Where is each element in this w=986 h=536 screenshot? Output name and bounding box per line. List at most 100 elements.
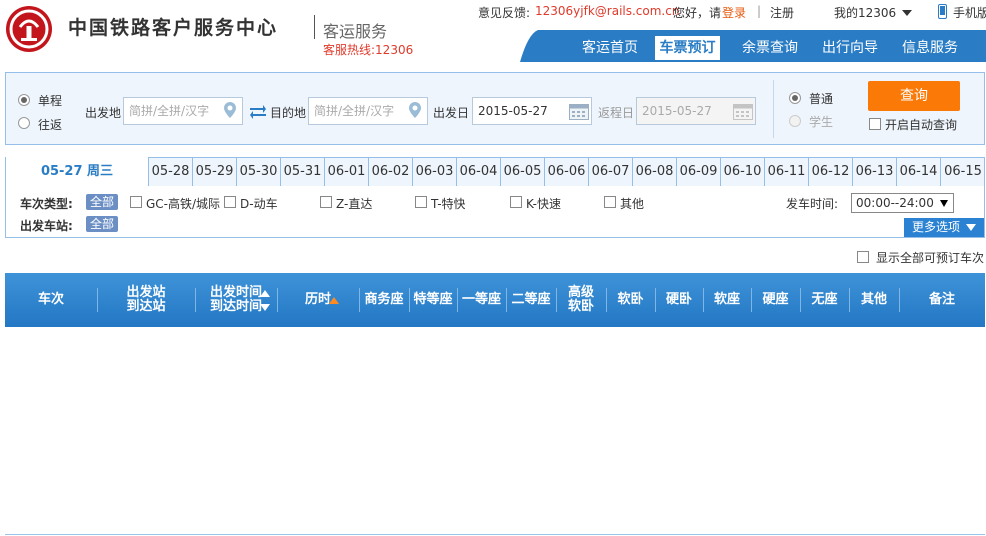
train-type-d-checkbox[interactable] <box>224 196 236 208</box>
calendar-icon[interactable] <box>733 102 753 120</box>
train-type-z-checkbox[interactable] <box>320 196 332 208</box>
date-tab-06-05[interactable]: 06-05 <box>500 157 544 187</box>
column-header-train-number: 车次 <box>5 273 97 327</box>
adult-ticket-label: 普通 <box>809 92 834 106</box>
train-type-label: 车次类型: <box>20 197 73 211</box>
filter-panel <box>5 186 985 238</box>
calendar-icon[interactable] <box>569 102 589 120</box>
train-type-t-checkbox[interactable] <box>415 196 427 208</box>
location-pin-icon[interactable] <box>224 102 236 118</box>
register-link[interactable]: 注册 <box>770 4 794 21</box>
column-header-label-2: 到达站 <box>126 299 166 314</box>
column-header-label: 出发站 <box>126 285 166 300</box>
date-tab-06-01[interactable]: 06-01 <box>324 157 368 187</box>
login-link[interactable]: 登录 <box>722 4 746 21</box>
date-tab-05-29[interactable]: 05-29 <box>192 157 236 187</box>
nav-item-ticket-booking[interactable]: 车票预订 <box>655 36 720 60</box>
one-way-label: 单程 <box>38 94 63 108</box>
column-header-premium-seat: 特等座 <box>409 273 457 327</box>
column-separator <box>277 288 278 312</box>
column-header-label: 出发时间 <box>209 285 262 300</box>
date-tab-06-14[interactable]: 06-14 <box>896 157 940 187</box>
nav-item-ticket-query[interactable]: 余票查询 <box>734 36 806 60</box>
column-header-label: 软卧 <box>617 292 644 307</box>
train-type-k-checkbox[interactable] <box>510 196 522 208</box>
chevron-down-icon[interactable] <box>902 6 912 20</box>
round-trip-label: 往返 <box>38 118 63 132</box>
adult-ticket-radio[interactable] <box>789 92 801 104</box>
column-separator <box>409 288 410 312</box>
date-tab-06-15[interactable]: 06-15 <box>940 157 985 187</box>
column-header-label: 二等座 <box>511 292 551 307</box>
date-tab-active[interactable]: 05-27 周三 <box>6 157 148 188</box>
depart-time-label: 发车时间: <box>786 197 839 211</box>
mobile-phone-icon[interactable] <box>938 4 947 22</box>
depart-station-label: 出发车站: <box>20 219 73 233</box>
sort-duration-icon[interactable] <box>329 297 339 304</box>
column-header-first-class-seat: 一等座 <box>457 273 506 327</box>
column-header-other-seat: 其他 <box>849 273 899 327</box>
nav-item-travel-guide[interactable]: 出行向导 <box>814 36 886 60</box>
column-separator <box>751 288 752 312</box>
train-type-gc-checkbox[interactable] <box>130 196 142 208</box>
train-type-other-checkbox[interactable] <box>604 196 616 208</box>
results-bottom-border <box>5 534 985 535</box>
swap-stations-icon[interactable] <box>249 103 267 119</box>
date-tab-06-06[interactable]: 06-06 <box>544 157 588 187</box>
location-pin-icon[interactable] <box>409 102 421 118</box>
column-separator <box>359 288 360 312</box>
date-tab-06-04[interactable]: 06-04 <box>456 157 500 187</box>
date-tab-05-30[interactable]: 05-30 <box>236 157 280 187</box>
brand-title: 中国铁路客户服务中心 <box>68 17 279 39</box>
column-header-label: 备注 <box>928 292 955 307</box>
query-button[interactable]: 查询 <box>868 81 960 111</box>
column-header-business-seat: 商务座 <box>359 273 409 327</box>
student-ticket-radio[interactable] <box>789 115 801 127</box>
date-tab-06-10[interactable]: 06-10 <box>720 157 764 187</box>
more-options-button[interactable]: 更多选项 <box>904 218 984 237</box>
train-type-other-label: 其他 <box>620 197 645 211</box>
nav-item-info-service[interactable]: 信息服务 <box>894 36 966 60</box>
depart-station-all-button[interactable]: 全部 <box>86 216 119 232</box>
date-tab-06-02[interactable]: 06-02 <box>368 157 412 187</box>
mobile-link[interactable]: 手机版 <box>953 4 986 21</box>
round-trip-radio[interactable] <box>18 117 30 129</box>
from-label: 出发地 <box>85 106 122 120</box>
column-header-label: 硬卧 <box>665 292 692 307</box>
column-header-label: 一等座 <box>461 292 501 307</box>
my-account-link[interactable]: 我的12306 <box>834 4 896 21</box>
column-header-label: 历时 <box>304 292 331 307</box>
date-tab-06-03[interactable]: 06-03 <box>412 157 456 187</box>
show-all-bookable-label: 显示全部可预订车次 <box>876 251 985 265</box>
column-header-duration[interactable]: 历时 <box>277 273 359 327</box>
train-type-t-label: T-特快 <box>431 197 466 211</box>
sort-depart-time-icon[interactable] <box>260 290 270 297</box>
topbar-divider: | <box>757 4 762 18</box>
column-header-remarks: 备注 <box>899 273 985 327</box>
sort-arrive-time-icon[interactable] <box>260 304 270 311</box>
column-header-times[interactable]: 出发时间 到达时间 <box>195 273 277 327</box>
chevron-down-icon <box>966 224 976 231</box>
depart-time-select[interactable]: 00:00--24:00 <box>851 193 954 213</box>
date-tab-05-28[interactable]: 05-28 <box>148 157 192 187</box>
date-tab-06-07[interactable]: 06-07 <box>588 157 632 187</box>
column-separator <box>703 288 704 312</box>
column-header-label-2: 软卧 <box>567 299 594 314</box>
date-tab-06-12[interactable]: 06-12 <box>808 157 852 187</box>
column-header-label-2: 到达时间 <box>209 299 262 314</box>
feedback-label: 意见反馈: <box>478 6 531 20</box>
date-tab-05-31[interactable]: 05-31 <box>280 157 324 187</box>
date-tab-06-13[interactable]: 06-13 <box>852 157 896 187</box>
one-way-radio[interactable] <box>18 94 30 106</box>
show-all-bookable-checkbox[interactable] <box>857 251 869 263</box>
date-tab-06-11[interactable]: 06-11 <box>764 157 808 187</box>
greeting-text: 您好，请 <box>673 6 722 20</box>
nav-item-home[interactable]: 客运首页 <box>574 36 646 60</box>
date-tab-06-09[interactable]: 06-09 <box>676 157 720 187</box>
date-tab-06-08[interactable]: 06-08 <box>632 157 676 187</box>
feedback-email-link[interactable]: 12306yjfk@rails.com.cn <box>535 4 679 18</box>
student-ticket-label: 学生 <box>809 115 834 129</box>
auto-query-checkbox[interactable] <box>869 118 881 130</box>
train-type-all-button[interactable]: 全部 <box>86 194 119 210</box>
railway-logo-icon[interactable] <box>6 6 52 52</box>
